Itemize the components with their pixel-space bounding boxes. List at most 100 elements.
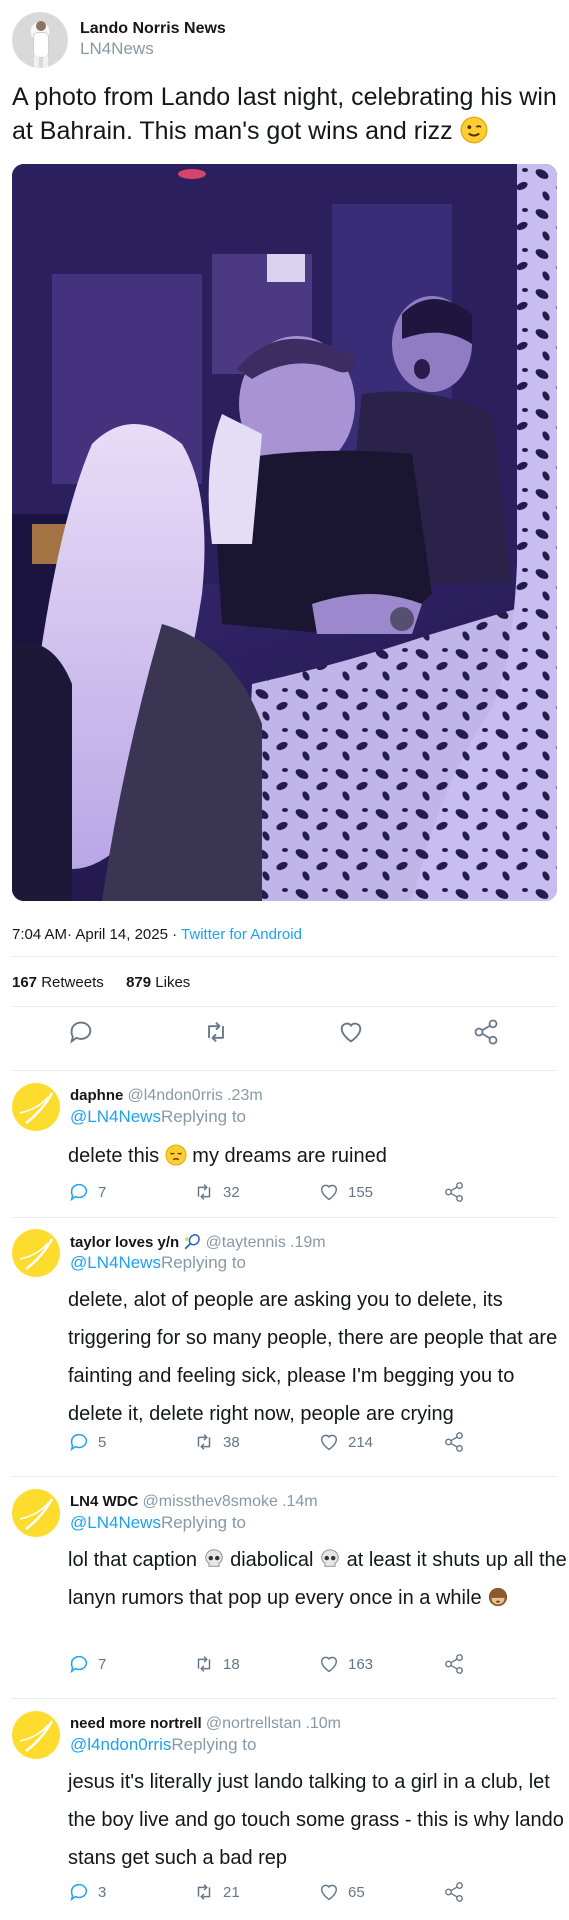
reply-action-bar: 7 32 155	[68, 1181, 468, 1209]
like-count: 214	[348, 1433, 374, 1451]
reply-header: LN4 WDC @missthev8smoke .14m	[70, 1493, 318, 1511]
club-photo-illustration	[12, 164, 557, 901]
replying-to-label: Replying to	[160, 1253, 247, 1272]
winking-face-emoji-icon	[460, 116, 487, 144]
retweet-button[interactable]	[202, 1018, 234, 1050]
share-button[interactable]	[443, 1653, 465, 1675]
retweet-icon	[197, 1434, 211, 1450]
retweet-count: 38	[223, 1433, 240, 1451]
replying-to-label: Replying to	[160, 1107, 247, 1126]
reply-tweet[interactable]: daphne @l4ndon0rris .23m @LN4NewsReplyin…	[12, 1083, 557, 1213]
reply-author-name[interactable]: daphne	[70, 1087, 123, 1104]
reply-author-handle[interactable]: @nortrellstan	[206, 1715, 301, 1732]
retweet-label[interactable]: Retweets	[41, 974, 104, 991]
retweet-button[interactable]: 18	[193, 1653, 240, 1675]
retweet-icon	[197, 1184, 211, 1200]
reply-icon	[70, 1183, 88, 1202]
tweet-stats: 167 Retweets 879 Likes	[12, 974, 190, 991]
like-button[interactable]: 155	[318, 1181, 373, 1203]
reply-button[interactable]	[67, 1018, 99, 1050]
retweet-button[interactable]: 38	[193, 1431, 240, 1453]
reply-button[interactable]: 5	[68, 1431, 106, 1453]
pensive-face-emoji-icon	[165, 1144, 187, 1166]
reply-avatar[interactable]	[12, 1083, 60, 1131]
retweet-button[interactable]: 21	[193, 1881, 240, 1903]
replying-to-handle[interactable]: @LN4News	[70, 1107, 161, 1126]
replying-to-handle[interactable]: @LN4News	[70, 1253, 161, 1272]
heart-icon	[320, 1434, 338, 1451]
tweet-photo[interactable]	[12, 164, 557, 901]
replying-to-line: @LN4NewsReplying to	[70, 1107, 246, 1127]
reply-button[interactable]: 3	[68, 1881, 106, 1903]
reply-author-name[interactable]: LN4 WDC	[70, 1493, 138, 1510]
heart-icon	[340, 1022, 362, 1043]
tweet-meta: 7:04 AM· April 14, 2025 · Twitter for An…	[12, 926, 302, 943]
tennis-racket-emoji-icon	[184, 1234, 201, 1250]
share-button[interactable]	[443, 1181, 465, 1203]
like-label[interactable]: Likes	[155, 974, 190, 991]
divider	[12, 1476, 557, 1477]
reply-author-handle[interactable]: @missthev8smoke	[143, 1493, 278, 1510]
author-handle[interactable]: LN4News	[80, 39, 154, 59]
reply-time: .23m	[227, 1087, 263, 1104]
replying-to-handle[interactable]: @l4ndon0rris	[70, 1735, 171, 1754]
like-count[interactable]: 879	[126, 974, 151, 991]
reply-count: 7	[98, 1183, 107, 1201]
reply-button[interactable]: 7	[68, 1181, 106, 1203]
meta-separator: ·	[172, 926, 178, 943]
reply-count: 7	[98, 1655, 107, 1673]
tweet-text: A photo from Lando last night, celebrati…	[12, 80, 557, 148]
reply-count: 5	[98, 1433, 107, 1451]
tweet-source-link[interactable]: Twitter for Android	[181, 926, 302, 943]
reply-button[interactable]: 7	[68, 1653, 106, 1675]
reply-tweet[interactable]: LN4 WDC @missthev8smoke .14m @LN4NewsRep…	[12, 1489, 567, 1679]
retweet-icon	[197, 1656, 211, 1672]
like-button[interactable]	[337, 1018, 369, 1050]
reply-tweet[interactable]: need more nortrell @nortrellstan .10m @l…	[12, 1711, 564, 1916]
reply-text-part: diabolical	[230, 1549, 314, 1571]
tweet-time: 7:04 AM·	[12, 926, 73, 943]
reply-icon	[70, 1021, 92, 1044]
share-button[interactable]	[443, 1431, 465, 1453]
share-button[interactable]	[472, 1018, 504, 1050]
like-button[interactable]: 214	[318, 1431, 373, 1453]
reply-icon	[70, 1655, 88, 1674]
tweet-action-bar	[12, 1018, 557, 1058]
reply-author-handle[interactable]: @l4ndon0rris	[128, 1087, 223, 1104]
like-button[interactable]: 163	[318, 1653, 373, 1675]
like-button[interactable]: 65	[318, 1881, 365, 1903]
reply-avatar[interactable]	[12, 1229, 60, 1277]
reply-text-part: lol that caption	[68, 1549, 197, 1571]
reply-header: need more nortrell @nortrellstan .10m	[70, 1715, 341, 1733]
heart-icon	[320, 1184, 338, 1201]
reply-text-part: my dreams are ruined	[192, 1145, 387, 1167]
author-avatar[interactable]	[12, 12, 68, 68]
reply-author-handle[interactable]: @taytennis	[206, 1234, 286, 1251]
reply-author-name[interactable]: need more nortrell	[70, 1715, 202, 1732]
like-count: 163	[348, 1655, 374, 1673]
reply-avatar[interactable]	[12, 1489, 60, 1537]
retweet-button[interactable]: 32	[193, 1181, 240, 1203]
reply-tweet[interactable]: taylor loves y/n @taytennis .19m @LN4New…	[12, 1229, 557, 1459]
share-icon	[445, 1432, 463, 1452]
share-button[interactable]	[443, 1881, 465, 1903]
author-name[interactable]: Lando Norris News	[80, 20, 226, 38]
retweet-count[interactable]: 167	[12, 974, 37, 991]
replying-to-handle[interactable]: @LN4News	[70, 1513, 161, 1532]
divider	[12, 1006, 557, 1007]
reply-time: .19m	[290, 1234, 326, 1251]
share-icon	[445, 1182, 463, 1202]
reply-time: .10m	[305, 1715, 342, 1732]
reply-header: daphne @l4ndon0rris .23m	[70, 1087, 263, 1105]
reply-text-part: delete this	[68, 1145, 160, 1167]
retweet-icon	[197, 1884, 211, 1900]
share-icon	[445, 1654, 463, 1674]
divider	[12, 1698, 557, 1699]
reply-avatar[interactable]	[12, 1711, 60, 1759]
retweet-count: 18	[223, 1655, 240, 1673]
reply-author-name[interactable]: taylor loves y/n	[70, 1234, 179, 1251]
heart-icon	[320, 1656, 338, 1673]
like-count: 65	[348, 1883, 365, 1901]
tweet-header: Lando Norris News LN4News	[12, 12, 557, 72]
heart-icon	[320, 1884, 338, 1901]
